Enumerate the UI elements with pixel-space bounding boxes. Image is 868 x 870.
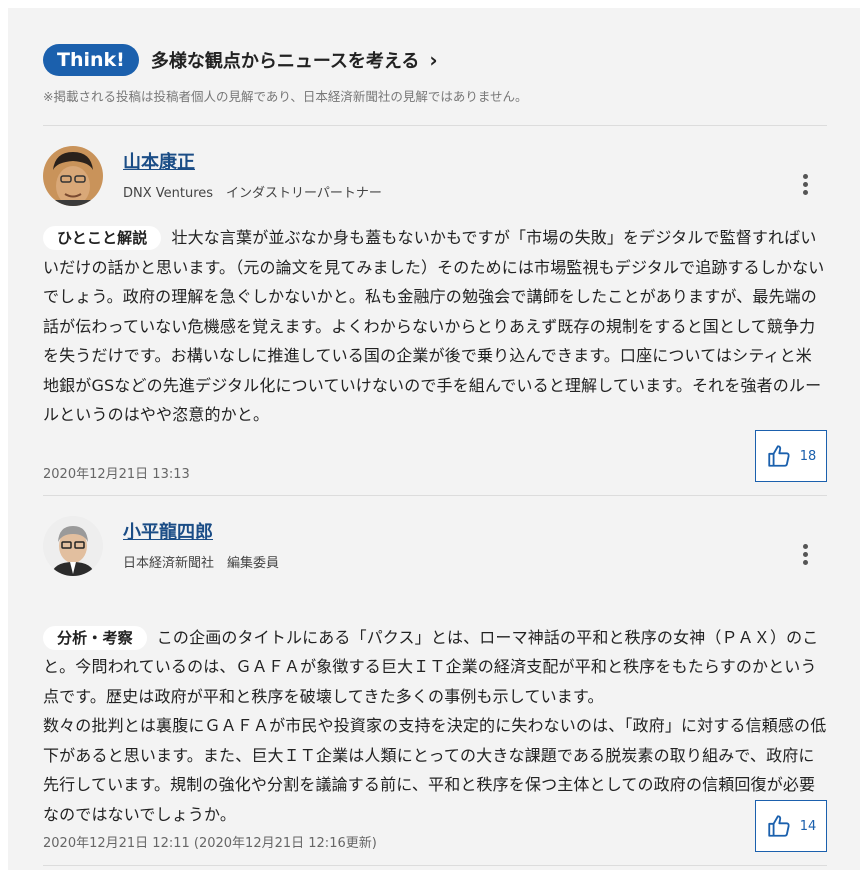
disclaimer: ※掲載される投稿は投稿者個人の見解であり、日本経済新聞社の見解ではありません。 [43, 89, 528, 104]
comment-text: 壮大な言葉が並ぶなか身も蓋もないかもですが「市場の失敗」をデジタルで監督すればい… [43, 228, 825, 424]
comment-body: ひとこと解説 壮大な言葉が並ぶなか身も蓋もないかもですが「市場の失敗」をデジタルで… [43, 223, 827, 430]
think-badge: Think! [43, 44, 139, 76]
like-button[interactable]: 14 [755, 800, 827, 852]
like-button[interactable]: 18 [755, 430, 827, 482]
comment-card: 小平龍四郎 日本経済新聞社 編集委員 分析・考察 この企画のタイトルにある「パクス… [43, 516, 827, 856]
avatar[interactable] [43, 516, 103, 576]
kebab-menu-icon[interactable] [803, 174, 809, 198]
avatar[interactable] [43, 146, 103, 206]
like-count: 18 [799, 448, 817, 464]
author-name[interactable]: 小平龍四郎 [123, 518, 213, 544]
comment-date: 2020年12月21日 12:11 (2020年12月21日 12:16更新) [43, 836, 377, 851]
thumbs-up-icon [768, 445, 790, 467]
divider [43, 865, 827, 866]
divider [43, 125, 827, 126]
comment-date: 2020年12月21日 13:13 [43, 467, 190, 482]
kebab-menu-icon[interactable] [803, 544, 809, 568]
author-affiliation: DNX Ventures インダストリーパートナー [123, 186, 382, 201]
comment-text: この企画のタイトルにある「パクス」とは、ローマ神話の平和と秩序の女神（ＰＡＸ）の… [43, 627, 827, 824]
comment-tag: ひとこと解説 [43, 226, 162, 250]
divider [43, 495, 827, 496]
comment-tag: 分析・考察 [43, 625, 147, 650]
think-panel: Think! 多様な観点からニュースを考える › ※掲載される投稿は投稿者個人の… [8, 8, 860, 870]
author-name[interactable]: 山本康正 [123, 148, 195, 174]
like-count: 14 [799, 818, 817, 834]
author-affiliation: 日本経済新聞社 編集委員 [123, 556, 280, 571]
comment-card: 山本康正 DNX Ventures インダストリーパートナー ひとこと解説 壮大な… [43, 146, 827, 486]
comment-body: 分析・考察 この企画のタイトルにある「パクス」とは、ローマ神話の平和と秩序の女神（… [43, 593, 827, 829]
chevron-right-icon[interactable]: › [429, 48, 437, 72]
thumbs-up-icon [768, 815, 790, 837]
header-title[interactable]: 多様な観点からニュースを考える [151, 47, 420, 73]
think-header[interactable]: Think! 多様な観点からニュースを考える › [43, 44, 438, 76]
